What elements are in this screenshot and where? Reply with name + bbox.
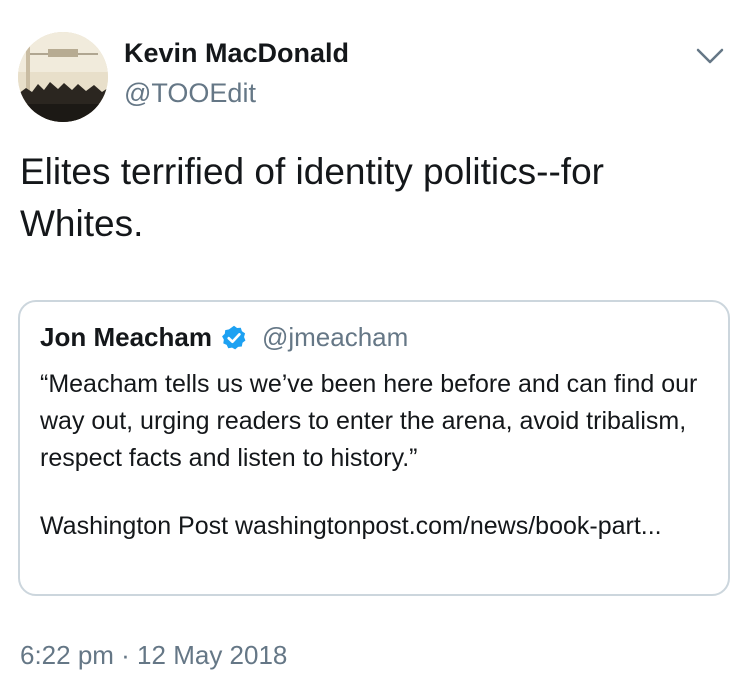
chevron-down-icon bbox=[696, 48, 724, 64]
avatar-image bbox=[18, 32, 108, 122]
quoted-tweet-header: Jon Meacham @jmeacham bbox=[40, 322, 408, 353]
author-avatar[interactable] bbox=[18, 32, 108, 122]
tweet-text: Elites terrified of identity politics--f… bbox=[20, 151, 604, 244]
quoted-tweet-text: “Meacham tells us we’ve been here before… bbox=[40, 370, 698, 472]
quoted-tweet-source-link[interactable]: Washington Post washingtonpost.com/news/… bbox=[40, 508, 712, 545]
author-handle[interactable]: @TOOEdit bbox=[124, 78, 256, 109]
tweet-menu-button[interactable] bbox=[690, 40, 730, 72]
tweet-timestamp[interactable]: 6:22 pm · 12 May 2018 bbox=[20, 640, 287, 671]
verified-badge-icon bbox=[220, 324, 248, 352]
quoted-display-name: Jon Meacham bbox=[40, 322, 212, 352]
quoted-tweet-card[interactable]: Jon Meacham @jmeacham “Meacham tells us … bbox=[18, 300, 730, 596]
quoted-handle: @jmeacham bbox=[261, 322, 409, 352]
author-display-name[interactable]: Kevin MacDonald bbox=[124, 38, 349, 69]
